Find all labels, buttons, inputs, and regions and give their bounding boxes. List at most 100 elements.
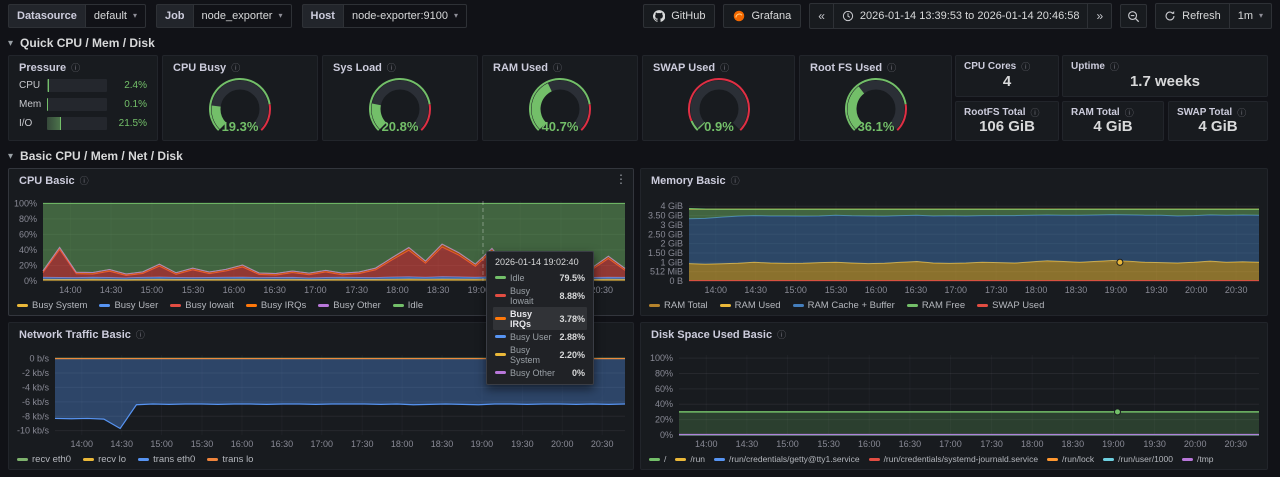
topbar-right: GitHub Grafana « 2026-01-14 13:39:53 to … <box>643 3 1272 29</box>
bar-value: 21.5% <box>113 118 147 129</box>
legend-item[interactable]: /tmp <box>1182 454 1214 464</box>
panel-title[interactable]: RAM Usedⓘ <box>483 56 637 76</box>
panel-title[interactable]: Disk Space Used Basicⓘ <box>641 323 1267 343</box>
svg-text:17:00: 17:00 <box>304 285 327 295</box>
legend-item[interactable]: Busy Iowait <box>170 300 234 311</box>
legend-color-swatch <box>83 458 94 461</box>
svg-text:100%: 100% <box>14 198 37 208</box>
svg-text:2 GiB: 2 GiB <box>660 239 683 249</box>
legend-color-swatch <box>99 304 110 307</box>
section-title: Quick CPU / Mem / Disk <box>20 36 155 50</box>
legend-color-swatch <box>1103 458 1114 461</box>
panel-title[interactable]: CPU Busyⓘ <box>163 56 317 76</box>
svg-text:20.8%: 20.8% <box>382 119 419 134</box>
section-basic-cpu-mem-net-disk[interactable]: ▾ Basic CPU / Mem / Net / Disk <box>8 149 183 163</box>
job-dropdown[interactable]: node_exporter▾ <box>193 4 292 28</box>
svg-text:19:00: 19:00 <box>1102 439 1125 449</box>
panel-ram-used: RAM Usedⓘ 40.7% <box>482 55 638 141</box>
svg-text:20:30: 20:30 <box>1225 439 1248 449</box>
legend-item[interactable]: RAM Used <box>720 300 781 311</box>
github-button[interactable]: GitHub <box>643 4 715 28</box>
svg-text:40%: 40% <box>655 399 673 409</box>
legend-item[interactable]: RAM Free <box>907 300 965 311</box>
memory-basic-chart[interactable]: 0 B512 MiB1 GiB1.50 GiB2 GiB2.50 GiB3 Gi… <box>643 193 1265 295</box>
legend-item[interactable]: Busy System <box>17 300 87 311</box>
svg-text:19.3%: 19.3% <box>222 119 259 134</box>
refresh-button[interactable]: Refresh <box>1156 4 1230 28</box>
panel-title[interactable]: Pressureⓘ <box>9 56 157 76</box>
panel-sys-load: Sys Loadⓘ 20.8% <box>322 55 478 141</box>
datasource-dropdown[interactable]: default▾ <box>85 4 146 28</box>
section-title: Basic CPU / Mem / Net / Disk <box>20 149 183 163</box>
info-icon: ⓘ <box>777 328 786 341</box>
root-fs-used-gauge: 36.1% <box>800 76 951 140</box>
svg-text:1 GiB: 1 GiB <box>660 257 683 267</box>
refresh-interval-dropdown[interactable]: 1m▾ <box>1230 4 1271 28</box>
legend-color-swatch <box>17 304 28 307</box>
bar-fill <box>47 117 61 130</box>
legend-item[interactable]: recv lo <box>83 454 126 465</box>
svg-text:17:00: 17:00 <box>310 439 333 449</box>
panel-title[interactable]: Root FS Usedⓘ <box>800 56 951 76</box>
legend-item[interactable]: Busy IRQs <box>246 300 306 311</box>
panel-title-text: CPU Busy <box>173 62 226 74</box>
svg-text:3 GiB: 3 GiB <box>660 220 683 230</box>
info-icon: ⓘ <box>136 328 145 341</box>
double-chevron-left-icon: « <box>818 9 825 23</box>
info-icon: ⓘ <box>71 61 80 74</box>
svg-text:18:00: 18:00 <box>1021 439 1044 449</box>
time-range-picker[interactable]: 2026-01-14 13:39:53 to 2026-01-14 20:46:… <box>834 4 1089 28</box>
svg-text:512 MiB: 512 MiB <box>650 267 683 277</box>
section-quick-cpu-mem-disk[interactable]: ▾ Quick CPU / Mem / Disk <box>8 36 155 50</box>
panel-title-text: SWAP Used <box>653 62 715 74</box>
host-label: Host <box>302 4 343 28</box>
svg-text:100%: 100% <box>650 353 673 363</box>
svg-text:16:00: 16:00 <box>865 285 888 295</box>
panel-menu-icon[interactable]: ⋮ <box>615 173 627 185</box>
legend-item[interactable]: /run/lock <box>1047 454 1094 464</box>
panel-cpu-busy: CPU Busyⓘ 19.3% <box>162 55 318 141</box>
host-dropdown[interactable]: node-exporter:9100▾ <box>343 4 467 28</box>
legend-color-swatch <box>720 304 731 307</box>
time-shift-back-button[interactable]: « <box>810 4 834 28</box>
legend-item[interactable]: RAM Cache + Buffer <box>793 300 895 311</box>
legend-item[interactable]: /run/credentials/systemd-journald.servic… <box>869 454 1038 464</box>
panel-title[interactable]: CPU Basicⓘ <box>9 169 633 189</box>
legend-item[interactable]: trans eth0 <box>138 454 195 465</box>
svg-text:19:30: 19:30 <box>1143 439 1166 449</box>
svg-text:17:00: 17:00 <box>944 285 967 295</box>
grafana-button[interactable]: Grafana <box>723 4 801 28</box>
bar-value: 0.1% <box>113 99 147 110</box>
zoom-out-button[interactable] <box>1120 4 1147 28</box>
legend-color-swatch <box>138 458 149 461</box>
panel-title-text: Sys Load <box>333 62 382 74</box>
panel-root-fs-used: Root FS Usedⓘ 36.1% <box>799 55 952 141</box>
grafana-button-label: Grafana <box>751 10 791 22</box>
stat-value: 4 GiB <box>1063 114 1163 138</box>
svg-text:14:00: 14:00 <box>71 439 94 449</box>
legend-item[interactable]: Busy Other <box>318 300 381 311</box>
bar-value: 2.4% <box>113 80 147 91</box>
time-shift-forward-button[interactable]: » <box>1088 4 1111 28</box>
stat-value: 4 GiB <box>1169 114 1267 138</box>
pressure-row-mem: Mem 0.1% <box>9 95 157 114</box>
legend-item[interactable]: /run/credentials/getty@tty1.service <box>714 454 860 464</box>
tooltip-row: Busy IRQs3.78% <box>493 307 587 330</box>
legend-item[interactable]: /run <box>675 454 705 464</box>
panel-title[interactable]: SWAP Used ⓘ <box>643 56 794 76</box>
legend-item[interactable]: /run/user/1000 <box>1103 454 1173 464</box>
legend-item[interactable]: / <box>649 454 666 464</box>
panel-title[interactable]: Sys Loadⓘ <box>323 56 477 76</box>
legend-item[interactable]: Busy User <box>99 300 158 311</box>
legend-item[interactable]: RAM Total <box>649 300 708 311</box>
legend-item[interactable]: recv eth0 <box>17 454 71 465</box>
info-icon: ⓘ <box>720 61 729 74</box>
legend-item[interactable]: Idle <box>393 300 423 311</box>
svg-text:0%: 0% <box>24 276 37 286</box>
svg-text:18:30: 18:30 <box>1065 285 1088 295</box>
disk-space-used-basic-chart[interactable]: 0%20%40%60%80%100%14:0014:3015:0015:3016… <box>643 347 1265 449</box>
info-icon: ⓘ <box>887 61 896 74</box>
panel-title[interactable]: Memory Basicⓘ <box>641 169 1267 189</box>
legend-item[interactable]: SWAP Used <box>977 300 1044 311</box>
legend-item[interactable]: trans lo <box>207 454 253 465</box>
